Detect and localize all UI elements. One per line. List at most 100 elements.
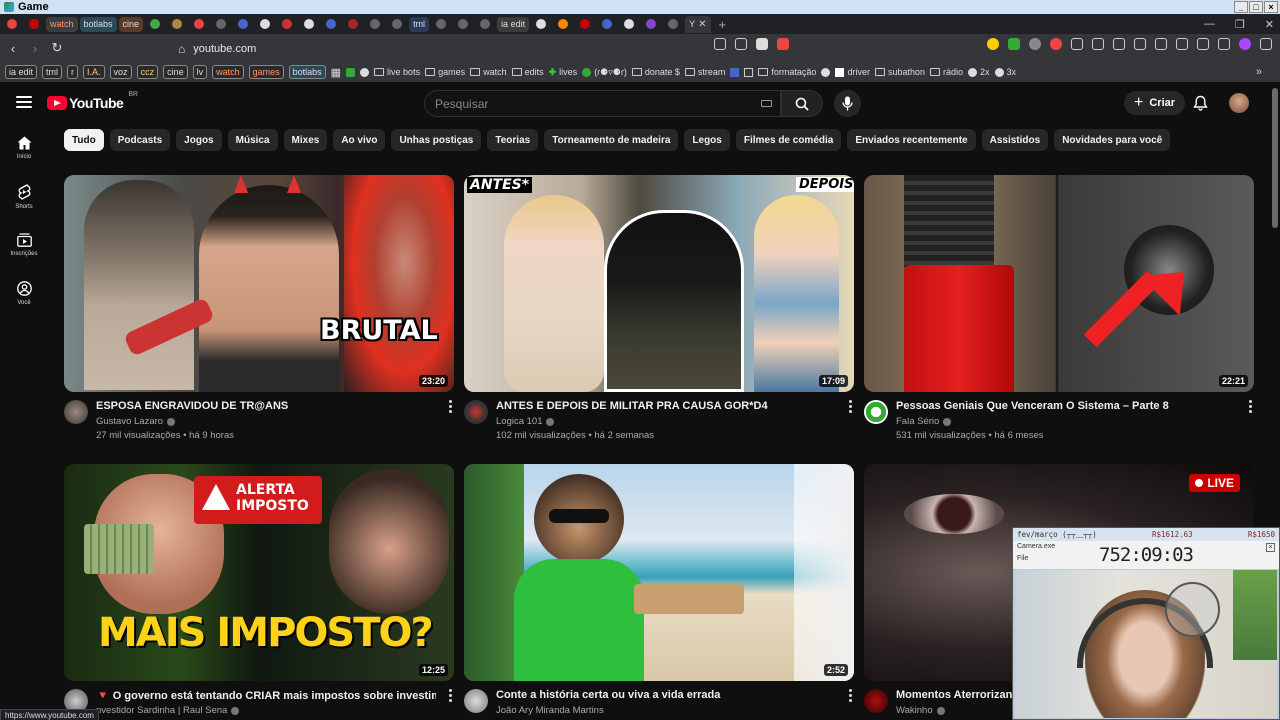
tab-ia-edit[interactable]: ia edit [497,16,530,32]
new-tab-button[interactable]: + [713,17,733,32]
bookmark-item[interactable]: driver [835,67,870,77]
bookmark-item[interactable]: (ɾ⚈▿⚈ɾ) [582,67,627,78]
channel-avatar[interactable] [464,400,488,424]
back-icon[interactable]: ‹ [4,41,22,56]
video-thumbnail[interactable]: BRUTAL 23:20 [64,175,454,392]
bookmark-chip[interactable]: games [248,65,284,79]
chip-ao-vivo[interactable]: Ao vivo [333,129,386,151]
alert-icon[interactable] [777,38,789,50]
bookmark-chip[interactable]: watch [212,65,244,79]
forward-icon[interactable]: › [26,41,44,56]
video-title[interactable]: ANTES E DEPOIS DE MILITAR PRA CAUSA GOR*… [496,400,836,412]
tab-favicon[interactable] [277,16,297,33]
bookmark-item[interactable]: 3x [994,67,1016,77]
extension-icon[interactable] [1050,38,1062,50]
tab-cine[interactable]: cine [118,16,144,32]
extension-icon[interactable] [987,38,999,50]
tab-favicon[interactable] [167,16,187,33]
tab-favicon[interactable] [233,16,253,33]
extension-icon[interactable] [1029,38,1041,50]
chip-jogos[interactable]: Jogos [176,129,222,151]
more-actions-icon[interactable] [849,400,852,413]
video-card[interactable]: 2:52 Conte a história certa ou viva a vi… [464,464,854,720]
more-actions-icon[interactable] [449,400,452,413]
share-icon[interactable] [735,38,747,50]
tab-favicon[interactable] [475,16,495,33]
bookmark-chip[interactable]: cine [163,65,188,79]
bookmark-folder[interactable]: subathon [874,67,925,77]
keyboard-icon[interactable] [761,100,772,107]
tab-favicon[interactable] [641,16,661,33]
channel-name[interactable]: Logica 101 [496,416,542,427]
camera-menu-file[interactable]: File [1017,555,1028,562]
sidebar-item-you[interactable]: Você [0,281,48,306]
youtube-logo[interactable]: YouTube BR [47,91,138,111]
channel-name[interactable]: Wakinho [896,705,933,716]
bookmark-item[interactable]: 2x [968,67,990,77]
close-browser-button[interactable]: ✕ [1265,18,1274,31]
chip-filmes-de-comedia[interactable]: Filmes de comédia [735,129,842,151]
chip-tudo[interactable]: Tudo [64,129,104,151]
create-button[interactable]: + Criar [1124,91,1186,115]
chip-mixes[interactable]: Mixes [283,129,328,151]
sidebar-item-shorts[interactable]: Shorts [0,184,48,210]
menu-dots-icon[interactable] [1260,38,1272,50]
extension-icon[interactable] [1008,38,1020,50]
video-title[interactable]: ESPOSA ENGRAVIDOU DE TR@ANS [96,400,436,412]
tab-botlabs[interactable]: botlabs [79,16,117,32]
channel-avatar[interactable] [64,400,88,424]
bookmark-chip[interactable]: r [67,65,79,79]
chip-assistidos[interactable]: Assistidos [981,129,1049,151]
tab-favicon[interactable] [575,16,595,33]
sidebar-item-subscriptions[interactable]: Inscrições [0,233,48,257]
tab-favicon[interactable] [211,16,231,33]
bookmark-folder[interactable]: rádio [930,67,963,77]
chip-podcasts[interactable]: Podcasts [109,129,171,151]
bookmark-chip[interactable]: lv [192,65,208,79]
chip-teorias[interactable]: Teorias [487,129,539,151]
bookmark-page-icon[interactable]: ⌂ [178,42,185,56]
video-title[interactable]: 🔻 O governo está tentando CRIAR mais imp… [96,689,436,702]
extension-icon[interactable] [1092,38,1104,50]
video-thumbnail[interactable]: ANTES* DEPOIS* 17:09 [464,175,854,392]
bookmark-chip[interactable]: tml [42,65,63,79]
close-window-button[interactable]: × [1264,1,1278,13]
tab-favicon[interactable] [255,16,275,33]
bookmark-item[interactable] [821,67,831,77]
channel-avatar[interactable] [864,400,888,424]
bookmark-folder[interactable]: donate $ [631,67,680,77]
chip-novidades-para-voce[interactable]: Novidades para você [1054,129,1171,151]
extension-icon[interactable] [1134,38,1146,50]
bookmark-folder[interactable]: stream [684,67,725,77]
tab-favicon[interactable] [531,16,551,33]
maximize-window-button[interactable]: □ [1249,1,1263,13]
channel-avatar[interactable] [464,689,488,713]
channel-name[interactable]: João Ary Miranda Martins [496,705,604,716]
video-card[interactable]: ANTES* DEPOIS* 17:09 ANTES E DEPOIS DE M… [464,175,854,448]
bookmark-folder[interactable]: live bots [374,67,420,77]
extension-icon[interactable] [1176,38,1188,50]
extension-icon[interactable] [1155,38,1167,50]
video-card[interactable]: BRUTAL 23:20 ESPOSA ENGRAVIDOU DE TR@ANS… [64,175,454,448]
url-text[interactable]: youtube.com [193,43,256,55]
bookmark-folder[interactable]: edits [511,67,544,77]
close-icon[interactable]: × [1266,543,1275,552]
video-card[interactable]: 22:21 Pessoas Geniais Que Venceram O Sis… [864,175,1254,448]
chip-musica[interactable]: Música [227,129,278,151]
bookmark-item[interactable] [360,67,370,77]
bookmark-item[interactable]: ✚ lives [549,67,578,78]
sidebar-item-home[interactable]: Início [0,136,48,160]
tab-watch[interactable]: watch [46,16,78,32]
menu-icon[interactable] [16,96,32,108]
video-card[interactable]: ALERTA IMPOSTO MAIS IMPOSTO? 12:25 🔻 O g… [64,464,454,720]
video-thumbnail[interactable]: ALERTA IMPOSTO MAIS IMPOSTO? 12:25 [64,464,454,681]
chip-legos[interactable]: Legos [684,129,730,151]
tab-favicon[interactable] [387,16,407,33]
tab-favicon[interactable] [189,16,209,33]
bookmark-folder[interactable]: formatação [758,67,816,77]
tab-favicon[interactable] [24,16,44,33]
bookmark-chip[interactable]: botlabs [288,65,326,79]
tab-favicon[interactable] [321,16,341,33]
search-button[interactable] [781,90,823,117]
apps-grid-icon[interactable]: ▦ [331,66,341,79]
